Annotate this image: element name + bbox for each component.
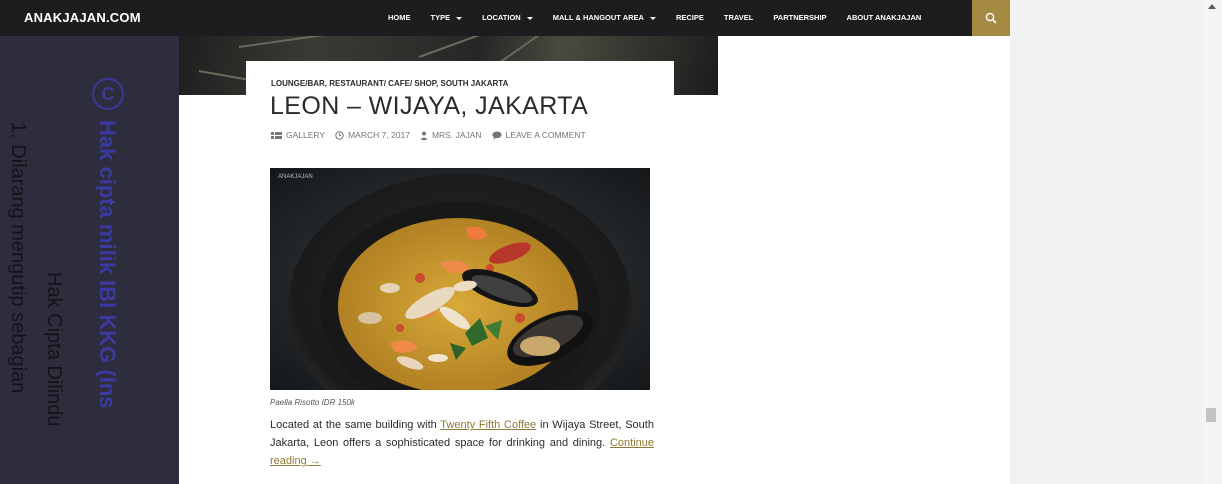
nav-item-label: HOME bbox=[388, 13, 411, 22]
nav-item-label: ABOUT ANAKJAJAN bbox=[846, 13, 922, 22]
nav-item-label: RECIPE bbox=[675, 13, 704, 22]
nav-item-label: TYPE bbox=[430, 13, 451, 22]
nav-item-label: PARTNERSHIP bbox=[773, 13, 827, 22]
comment-icon bbox=[491, 131, 502, 140]
meta-format-label: GALLERY bbox=[286, 130, 326, 140]
nav-item-label: TRAVEL bbox=[723, 13, 754, 22]
top-navigation-bar: ANAKJAJAN.COM HOME TYPE LOCATION MALL & … bbox=[0, 0, 1010, 36]
post-meta: GALLERY MARCH 7, 2017 MRS. JAJAN LEAVE A… bbox=[271, 130, 586, 140]
caret-down-icon bbox=[526, 16, 533, 20]
site-title[interactable]: ANAKJAJAN.COM bbox=[24, 0, 141, 36]
meta-comments[interactable]: LEAVE A COMMENT bbox=[491, 130, 586, 140]
meta-author-label: MRS. JAJAN bbox=[431, 130, 482, 140]
user-icon bbox=[420, 131, 428, 140]
gallery-icon bbox=[271, 131, 282, 139]
vertical-scrollbar[interactable] bbox=[1202, 0, 1222, 484]
link-twenty-fifth-coffee[interactable]: Twenty Fifth Coffee bbox=[440, 419, 536, 431]
nav-item-label: LOCATION bbox=[482, 13, 521, 22]
meta-date[interactable]: MARCH 7, 2017 bbox=[335, 130, 410, 140]
meta-format[interactable]: GALLERY bbox=[271, 130, 325, 140]
caret-down-icon bbox=[649, 16, 656, 20]
nav-item-partnership[interactable]: PARTNERSHIP bbox=[763, 0, 836, 36]
main-menu: HOME TYPE LOCATION MALL & HANGOUT AREA R… bbox=[378, 0, 931, 36]
watermark-text-prohibition: 1. Dilarang mengutip sebagian bbox=[7, 122, 29, 394]
nav-item-label: MALL & HANGOUT AREA bbox=[552, 13, 644, 22]
clock-icon bbox=[335, 130, 344, 140]
nav-item-home[interactable]: HOME bbox=[378, 0, 421, 36]
scrollbar-thumb[interactable] bbox=[1206, 408, 1216, 422]
image-watermark: ANAKJAJAN bbox=[278, 174, 313, 180]
post-title[interactable]: LEON – WIJAYA, JAKARTA bbox=[270, 92, 588, 121]
search-button[interactable] bbox=[972, 0, 1010, 36]
nav-item-about-anakjajan[interactable]: ABOUT ANAKJAJAN bbox=[837, 0, 932, 36]
meta-author[interactable]: MRS. JAJAN bbox=[420, 130, 482, 140]
meta-date-label: MARCH 7, 2017 bbox=[348, 130, 410, 140]
scroll-up-arrow-icon[interactable] bbox=[1208, 4, 1216, 9]
photo-caption: Paella Risotto IDR 150k bbox=[270, 398, 355, 407]
nav-item-travel[interactable]: TRAVEL bbox=[714, 0, 763, 36]
caret-down-icon bbox=[456, 16, 463, 20]
nav-item-location[interactable]: LOCATION bbox=[472, 0, 543, 36]
post-excerpt: Located at the same building with Twenty… bbox=[270, 416, 654, 470]
nav-item-type[interactable]: TYPE bbox=[421, 0, 473, 36]
right-empty-area bbox=[1010, 0, 1202, 484]
nav-item-mall-hangout-area[interactable]: MALL & HANGOUT AREA bbox=[543, 0, 666, 36]
watermark-text-copyright: Hak cipta milik IBI KKG (Ins bbox=[95, 120, 120, 409]
excerpt-text-1: Located at the same building with bbox=[270, 419, 441, 431]
paella-dish-illustration: ANAKJAJAN bbox=[270, 168, 650, 390]
search-icon bbox=[985, 12, 997, 24]
sidebar-watermark-area: C Hak cipta milik IBI KKG (Ins Hak Cipta… bbox=[0, 36, 179, 484]
post-featured-photo[interactable]: ANAKJAJAN bbox=[270, 168, 650, 390]
meta-comments-label: LEAVE A COMMENT bbox=[505, 130, 586, 140]
copyright-watermark-icon: C bbox=[92, 78, 124, 110]
nav-item-recipe[interactable]: RECIPE bbox=[666, 0, 714, 36]
watermark-text-protected: Hak Cipta Dilindu bbox=[43, 272, 65, 427]
post-categories[interactable]: LOUNGE/BAR, RESTAURANT/ CAFE/ SHOP, SOUT… bbox=[271, 79, 508, 88]
